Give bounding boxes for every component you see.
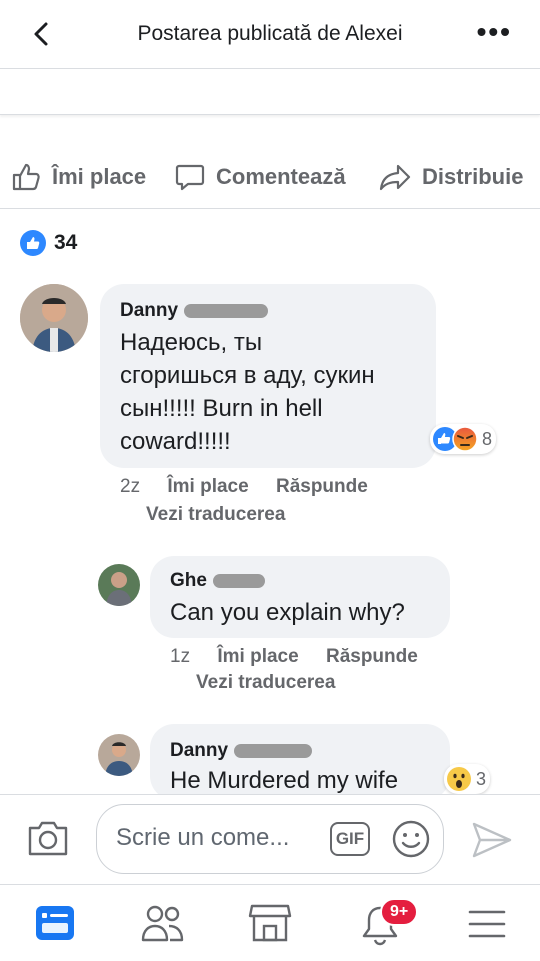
more-options-icon[interactable]: ••• — [477, 18, 512, 46]
notifications-badge: 9+ — [380, 898, 419, 926]
thumbs-up-icon — [12, 163, 40, 191]
menu-hamburger-icon[interactable] — [468, 908, 506, 940]
comment-line: сын!!!!! Burn in hell — [120, 395, 323, 422]
reaction-count: 34 — [54, 231, 78, 254]
like-reaction-icon — [20, 230, 46, 256]
news-feed-icon[interactable] — [34, 904, 76, 942]
comment-time[interactable]: 2z — [120, 476, 140, 497]
gif-button[interactable]: GIF — [330, 822, 370, 856]
friends-icon[interactable] — [140, 902, 186, 944]
comment-icon — [175, 164, 205, 191]
divider — [0, 208, 540, 209]
avatar[interactable] — [98, 564, 140, 606]
avatar[interactable] — [20, 284, 88, 352]
post-action-bar: Îmi place Comentează Distribuie — [0, 150, 540, 204]
see-translation-link[interactable]: Vezi traducerea — [196, 672, 335, 694]
comment-text: Надеюсь, ты сгоришься в аду, сукин сын!!… — [120, 326, 430, 458]
author-name: Danny — [120, 300, 179, 321]
comment-line: coward!!!!! — [120, 428, 231, 455]
avatar-photo-icon — [20, 284, 88, 352]
page-title: Postarea publicată de Alexei — [137, 22, 403, 45]
emoji-icon[interactable] — [390, 818, 432, 860]
camera-icon[interactable] — [26, 818, 70, 858]
comment-reactions[interactable]: 3 — [444, 764, 491, 794]
share-label: Distribuie — [422, 164, 524, 189]
comment-meta: 2z Îmi place Răspunde — [120, 476, 368, 498]
comment-reactions[interactable]: 8 — [430, 424, 497, 454]
comment-line: Надеюсь, ты — [120, 329, 263, 356]
comment-line: сгоришься в аду, сукин — [120, 362, 375, 389]
angry-reaction-icon — [452, 426, 478, 452]
comment-reply-link[interactable]: Răspunde — [276, 476, 368, 497]
comment-author[interactable]: Danny — [170, 740, 313, 762]
redacted-surname — [212, 574, 265, 588]
comment-input-placeholder: Scrie un come... — [116, 824, 290, 851]
comment-author[interactable]: Ghe — [170, 570, 265, 592]
comment-like-link[interactable]: Îmi place — [217, 646, 298, 667]
wow-reaction-icon — [447, 767, 471, 791]
comment-button[interactable]: Comentează — [174, 150, 346, 204]
comment-author[interactable]: Danny — [120, 300, 269, 322]
reaction-count: 3 — [476, 768, 487, 789]
redacted-surname — [184, 304, 269, 318]
redacted-surname — [234, 744, 313, 758]
avatar[interactable] — [98, 734, 140, 776]
avatar-photo-icon — [98, 564, 140, 606]
like-button[interactable]: Îmi place — [10, 150, 146, 204]
comment-reply-link[interactable]: Răspunde — [326, 646, 418, 667]
comment-text: He Murdered my wife — [170, 767, 399, 794]
author-name: Ghe — [170, 570, 207, 591]
comment-label: Comentează — [216, 164, 346, 189]
share-button[interactable]: Distribuie — [378, 150, 523, 204]
comment-time[interactable]: 1z — [170, 646, 190, 667]
share-arrow-icon — [379, 164, 411, 191]
comment-text: Can you explain why? — [170, 599, 405, 626]
post-card-bottom — [0, 104, 540, 115]
like-label: Îmi place — [52, 164, 147, 189]
reaction-count: 8 — [482, 428, 493, 449]
avatar-photo-icon — [98, 734, 140, 776]
comment-meta: 1z Îmi place Răspunde — [170, 646, 418, 668]
comment-like-link[interactable]: Îmi place — [167, 476, 248, 497]
reactions-summary[interactable]: 34 — [20, 230, 77, 256]
marketplace-icon[interactable] — [248, 902, 292, 944]
author-name: Danny — [170, 740, 229, 761]
see-translation-link[interactable]: Vezi traducerea — [146, 504, 285, 526]
send-icon[interactable] — [470, 820, 514, 860]
